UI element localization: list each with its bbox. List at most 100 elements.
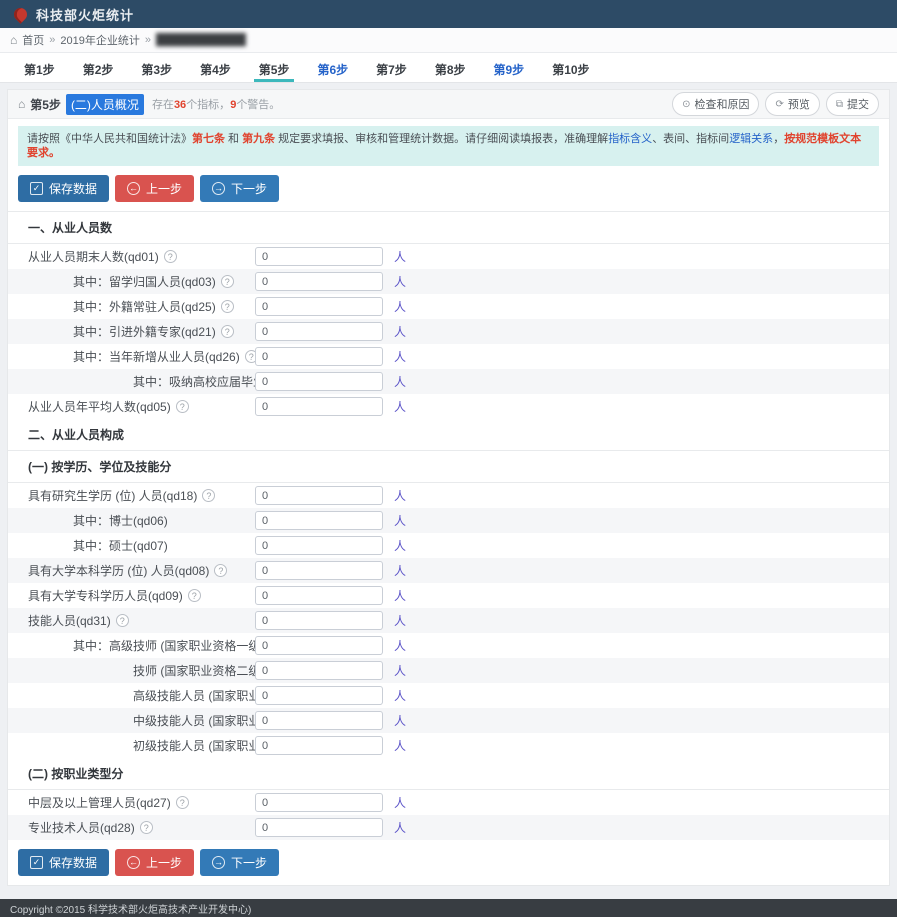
text-segment: 请按照《中华人民共和国统计法》 [27,133,192,145]
field-label-text: 具有大学本科学历 (位) 人员(qd08) [28,562,209,579]
unit-label: 人 [394,712,406,729]
submit-button[interactable]: ⧉提交 [826,92,879,116]
field-input[interactable] [255,536,383,555]
preview-button[interactable]: ⟳预览 [765,92,819,116]
field-input[interactable] [255,347,383,366]
field-input[interactable] [255,511,383,530]
panel-actions: ⊙检查和原因⟳预览 ⧉提交 [672,92,879,116]
help-icon[interactable]: ? [214,564,227,577]
form-row: 其中：引进外籍专家(qd21) ? 人 [8,319,889,344]
check-and-reason-button[interactable]: ⊙检查和原因 [672,92,759,116]
field-control: 人 [255,636,406,655]
field-input[interactable] [255,711,383,730]
help-icon[interactable]: ? [188,589,201,602]
field-input[interactable] [255,322,383,341]
button-label: 下一步 [231,180,267,197]
field-input[interactable] [255,686,383,705]
tab-step-6[interactable]: 第6步 [303,53,362,82]
tab-step-8[interactable]: 第8步 [421,53,480,82]
tab-step-9[interactable]: 第9步 [480,53,539,82]
tab-step-2[interactable]: 第2步 [69,53,128,82]
previous-step-button[interactable]: ←上一步 [115,175,194,202]
home-icon: ⌂ [10,33,17,47]
save-data-button[interactable]: ✓保存数据 [18,175,109,202]
help-icon[interactable]: ? [221,275,234,288]
form-row: 技能人员(qd31) ? 人 [8,608,889,633]
unit-label: 人 [394,637,406,654]
torch-flame-icon [11,5,29,23]
bottom-button-row: ✓保存数据←上一步→下一步 [8,840,889,885]
form-row: 其中：硕士(qd07) ? 人 [8,533,889,558]
save-check-icon: ✓ [30,182,43,195]
form-row: 具有研究生学历 (位) 人员(qd18) ? 人 [8,483,889,508]
field-input[interactable] [255,793,383,812]
step-tabs-bar: 第1步第2步第3步第4步第5步第6步第7步第8步第9步第10步 [0,53,897,83]
field-input[interactable] [255,272,383,291]
unit-label: 人 [394,587,406,604]
unit-label: 人 [394,248,406,265]
text-segment: 逻辑关系 [729,133,773,145]
text-segment: 存在 [152,99,174,111]
field-label: 其中：当年新增从业人员(qd26) ? [8,348,258,365]
field-input[interactable] [255,586,383,605]
field-control: 人 [255,511,406,530]
button-label: 保存数据 [49,854,97,871]
field-input[interactable] [255,561,383,580]
save-data-button[interactable]: ✓保存数据 [18,849,109,876]
breadcrumb-year-link[interactable]: 2019年企业统计 [60,32,139,48]
field-control: 人 [255,818,406,837]
top-button-row: ✓保存数据←上一步→下一步 [8,166,889,211]
unit-label: 人 [394,819,406,836]
help-icon[interactable]: ? [116,614,129,627]
section-title-2: 二、从业人员构成 [8,419,889,451]
help-icon[interactable]: ? [221,325,234,338]
field-label-text: 其中：引进外籍专家(qd21) [73,323,216,340]
previous-step-button[interactable]: ←上一步 [115,849,194,876]
arrow-left-circle-icon: ← [127,182,140,195]
field-input[interactable] [255,397,383,416]
field-input[interactable] [255,372,383,391]
breadcrumb-home-link[interactable]: 首页 [22,32,44,48]
breadcrumb-separator: » [49,34,55,46]
tab-step-3[interactable]: 第3步 [127,53,186,82]
next-step-button[interactable]: →下一步 [200,175,279,202]
form-row: 从业人员年平均人数(qd05) ? 人 [8,394,889,419]
help-icon[interactable]: ? [164,250,177,263]
field-label-text: 从业人员年平均人数(qd05) [28,398,171,415]
field-label: 具有研究生学历 (位) 人员(qd18) ? [8,487,215,504]
field-label: 专业技术人员(qd28) ? [8,819,153,836]
tab-step-4[interactable]: 第4步 [186,53,245,82]
field-input[interactable] [255,247,383,266]
field-label-text: 其中：硕士(qd07) [73,537,168,554]
tab-step-1[interactable]: 第1步 [10,53,69,82]
field-input[interactable] [255,297,383,316]
section-title-1: 一、从业人员数 [8,211,889,244]
footer: Copyright ©2015 科学技术部火炬高技术产业开发中心) [0,899,897,917]
field-input[interactable] [255,661,383,680]
arrow-right-circle-icon: → [212,856,225,869]
help-icon[interactable]: ? [202,489,215,502]
tab-step-5[interactable]: 第5步 [245,53,304,82]
help-icon[interactable]: ? [140,821,153,834]
form-row: 中级技能人员 (国家职业资格四级) (qd35) ? 人 [8,708,889,733]
tab-step-10[interactable]: 第10步 [538,53,603,82]
help-icon[interactable]: ? [221,300,234,313]
field-input[interactable] [255,486,383,505]
tab-step-7[interactable]: 第7步 [362,53,421,82]
help-icon[interactable]: ? [176,796,189,809]
unit-label: 人 [394,612,406,629]
text-segment: 个指标， [186,99,230,111]
text-segment: 、表间、指标间 [652,133,729,145]
form-row: 技师 (国家职业资格二级) (qd33) ? 人 [8,658,889,683]
next-step-button[interactable]: →下一步 [200,849,279,876]
field-label-text: 从业人员期末人数(qd01) [28,248,159,265]
field-control: 人 [255,397,406,416]
field-label-text: 其中：外籍常驻人员(qd25) [73,298,216,315]
field-input[interactable] [255,611,383,630]
field-input[interactable] [255,818,383,837]
help-icon[interactable]: ? [176,400,189,413]
field-label: 其中：外籍常驻人员(qd25) ? [8,298,234,315]
field-input[interactable] [255,736,383,755]
field-control: 人 [255,536,406,555]
field-input[interactable] [255,636,383,655]
